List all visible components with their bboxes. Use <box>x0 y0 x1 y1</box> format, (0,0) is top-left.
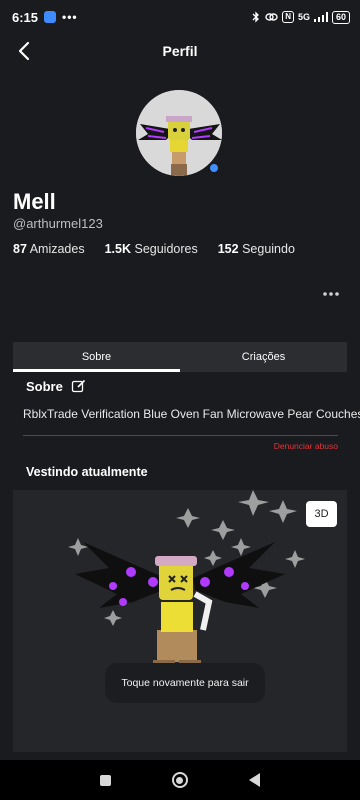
following-label: Seguindo <box>242 242 295 256</box>
following-count: 152 <box>217 242 239 256</box>
app-notification-icon <box>44 11 57 23</box>
recent-apps-icon[interactable] <box>100 774 112 786</box>
profile-tabs: Sobre Criações <box>13 342 347 372</box>
page-title: Perfil <box>162 43 198 59</box>
report-abuse-link[interactable]: Denunciar abuso <box>274 441 338 451</box>
edit-icon[interactable] <box>71 378 87 394</box>
currently-wearing-title: Vestindo atualmente <box>26 465 148 479</box>
about-header: Sobre <box>26 378 87 394</box>
home-icon[interactable] <box>171 772 188 788</box>
system-navigation-bar <box>0 760 360 800</box>
tab-sobre[interactable]: Sobre <box>13 342 180 372</box>
about-description: RblxTrade Verification Blue Oven Fan Mic… <box>23 407 360 421</box>
followers-stat[interactable]: 1.5K Seguidores <box>105 242 198 256</box>
network-type: 5G <box>297 12 310 22</box>
exit-hint-toast[interactable]: Toque novamente para sair <box>105 663 265 703</box>
view-3d-button[interactable]: 3D <box>306 501 337 527</box>
friends-stat[interactable]: 87 Amizades <box>13 242 85 256</box>
about-title: Sobre <box>26 378 63 394</box>
tab-criacoes[interactable]: Criações <box>180 342 347 372</box>
volte-icon: N <box>282 11 294 23</box>
more-notifications-icon: ••• <box>62 10 78 24</box>
bluetooth-icon <box>252 11 260 23</box>
friends-label: Amizades <box>29 242 85 256</box>
signal-icon <box>313 12 328 22</box>
display-name: Mell <box>13 189 56 214</box>
profile-stats: 87 Amizades 1.5K Seguidores 152 Seguindo <box>13 242 295 256</box>
back-triangle-icon[interactable] <box>248 773 260 787</box>
following-stat[interactable]: 152 Seguindo <box>218 242 295 256</box>
avatar-3d-viewer[interactable]: 3D Toque novamente para sair <box>13 490 347 752</box>
battery-icon: 60 <box>331 10 350 24</box>
username: @arthurmel123 <box>13 216 103 231</box>
friends-count: 87 <box>13 242 27 256</box>
status-bar: 6:15 ••• N 5G 60 <box>0 0 360 34</box>
online-status-indicator <box>208 162 220 174</box>
status-time: 6:15 <box>12 9 39 25</box>
followers-count: 1.5K <box>104 242 131 256</box>
more-options-icon[interactable] <box>322 288 340 300</box>
followers-label: Seguidores <box>134 242 198 256</box>
avatar-full-body-image <box>68 490 305 688</box>
app-header: Perfil <box>0 34 360 68</box>
divider <box>23 435 338 436</box>
link-icon <box>265 13 278 21</box>
